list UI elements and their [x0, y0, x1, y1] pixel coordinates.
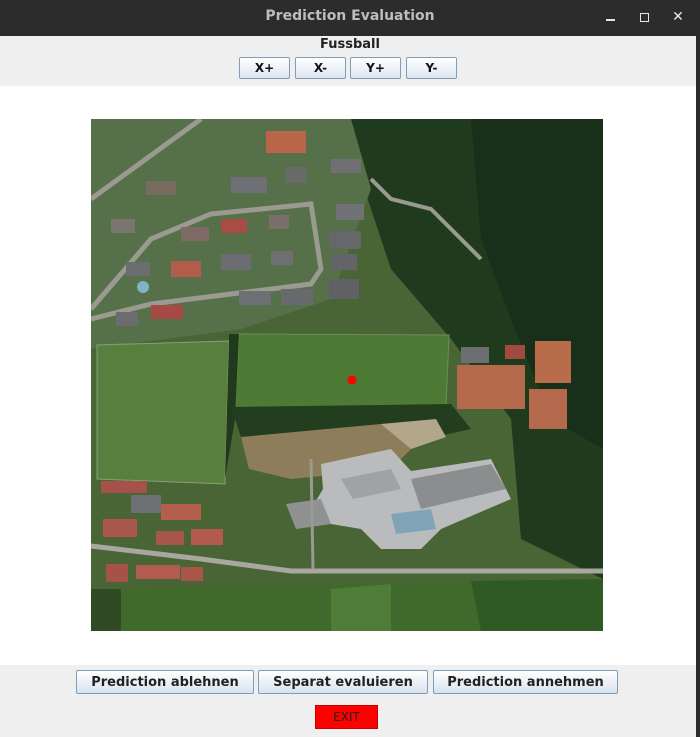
app-window: Prediction Evaluation ✕ Fussball X+ X- Y… — [0, 0, 700, 737]
accept-prediction-button[interactable]: Prediction annehmen — [433, 670, 618, 694]
prediction-marker — [347, 375, 357, 385]
maximize-icon[interactable] — [635, 7, 655, 27]
header-panel: Fussball X+ X- Y+ Y- — [0, 36, 700, 86]
y-plus-button[interactable]: Y+ — [350, 57, 401, 79]
window-title: Prediction Evaluation — [265, 8, 435, 24]
window-edge — [696, 36, 700, 737]
aerial-image — [91, 119, 603, 631]
x-minus-button[interactable]: X- — [295, 57, 346, 79]
minimize-icon[interactable] — [602, 7, 622, 27]
close-icon[interactable]: ✕ — [668, 7, 688, 27]
x-plus-button[interactable]: X+ — [239, 57, 290, 79]
action-panel: Prediction ablehnen Separat evaluieren P… — [0, 665, 696, 737]
exit-button[interactable]: EXIT — [315, 705, 378, 729]
separate-evaluate-button[interactable]: Separat evaluieren — [258, 670, 428, 694]
category-label: Fussball — [320, 37, 380, 52]
title-bar: Prediction Evaluation ✕ — [0, 0, 700, 36]
image-panel — [0, 86, 696, 665]
reject-prediction-button[interactable]: Prediction ablehnen — [76, 670, 254, 694]
y-minus-button[interactable]: Y- — [406, 57, 457, 79]
